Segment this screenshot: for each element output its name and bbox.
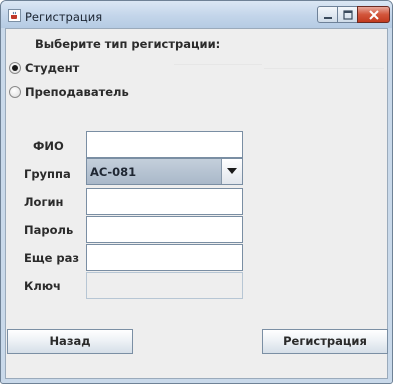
group-dropdown-button[interactable]: [221, 159, 242, 184]
form-panel: Выберите тип регистрации: Студент Препод…: [5, 28, 388, 379]
login-field[interactable]: [86, 188, 243, 215]
key-field: [86, 272, 243, 299]
separator: [264, 68, 384, 69]
password-repeat-label: Еще раз: [24, 251, 80, 265]
password-repeat-field[interactable]: [86, 244, 243, 271]
registration-window: Регистрация Выберите тип регистрации: Ст…: [0, 0, 393, 384]
group-select[interactable]: АС-081: [86, 158, 243, 185]
group-label: Группа: [24, 167, 71, 181]
minimize-icon: [324, 17, 332, 19]
key-label: Ключ: [24, 279, 61, 293]
chevron-down-icon: [227, 168, 237, 174]
maximize-icon: [343, 10, 353, 20]
password-label: Пароль: [24, 223, 74, 237]
close-button[interactable]: [357, 6, 390, 23]
radio-teacher-label[interactable]: Преподаватель: [25, 85, 129, 99]
register-button[interactable]: Регистрация: [262, 329, 388, 354]
radio-teacher[interactable]: [9, 86, 21, 98]
login-label: Логин: [24, 195, 64, 209]
fio-field[interactable]: [86, 131, 243, 158]
window-title: Регистрация: [25, 10, 103, 24]
group-selected-value: АС-081: [90, 165, 137, 179]
fio-label: ФИО: [33, 139, 64, 153]
minimize-button[interactable]: [317, 6, 338, 23]
radio-student-label[interactable]: Студент: [25, 61, 79, 75]
back-button[interactable]: Назад: [7, 329, 133, 354]
java-cup-icon: [8, 9, 21, 22]
radio-selected-dot: [12, 65, 18, 71]
password-field[interactable]: [86, 216, 243, 243]
title-bar[interactable]: Регистрация: [1, 1, 392, 28]
separator: [174, 64, 262, 65]
registration-type-prompt: Выберите тип регистрации:: [35, 37, 221, 51]
maximize-button[interactable]: [337, 6, 358, 23]
close-icon: [369, 10, 379, 20]
radio-student[interactable]: [9, 62, 21, 74]
